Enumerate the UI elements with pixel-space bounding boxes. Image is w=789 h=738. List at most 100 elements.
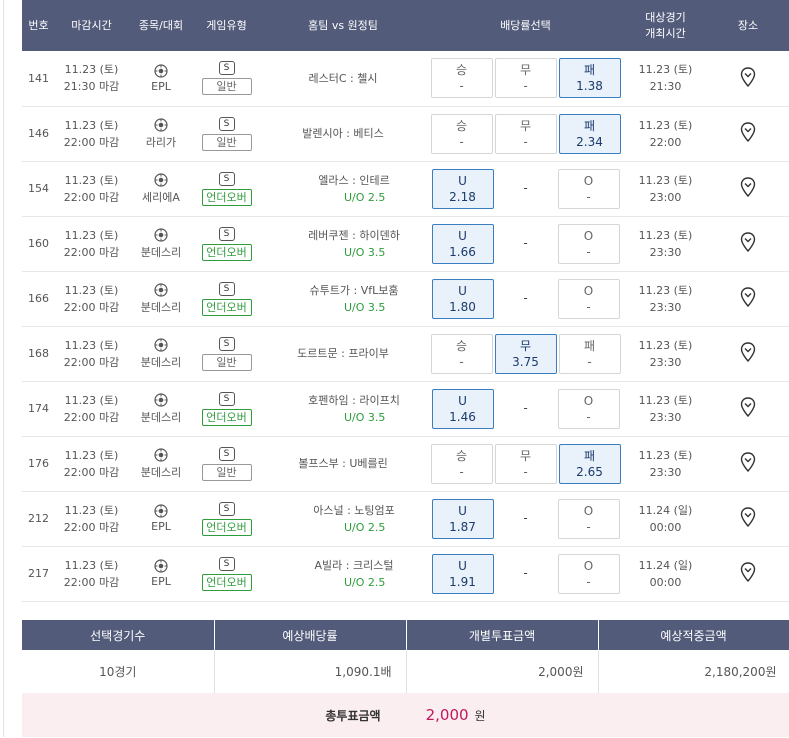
match-teams: 발렌시아 : 베티스	[302, 127, 384, 140]
odds-button[interactable]: 승-	[430, 58, 493, 99]
match-teams: 호펜하임 : 라이프치	[308, 393, 400, 407]
league-cell: EPL	[128, 546, 194, 602]
odds-button[interactable]: U 1.80	[431, 278, 494, 319]
odds-button[interactable]: 패-	[558, 333, 621, 374]
location-pin-icon[interactable]	[740, 562, 756, 585]
game-type-cell: S 언더오버	[194, 161, 259, 217]
table-header-row: 번호 마감시간 종목/대회 게임유형 홈팀 vs 원정팀 배당률선택 대상경기 …	[22, 0, 789, 51]
close-date: 11.23 (토)	[64, 448, 119, 462]
total-bar: 총투표금액 2,000 원	[22, 693, 789, 737]
s-mark-icon: S	[218, 281, 235, 296]
odds-label: O	[583, 558, 594, 573]
game-date: 11.24 (일)	[638, 558, 693, 572]
league-name: 라리가	[145, 135, 177, 149]
odds-button[interactable]: O-	[557, 278, 620, 319]
table-row: 160 11.23 (토) 22:00 마감 분데스리 S 언더오버 레버쿠젠 : 하이덴하…	[22, 216, 789, 272]
game-number: 217	[22, 546, 55, 602]
odds-button[interactable]: U 2.18	[431, 168, 494, 209]
header-close-time: 마감시간	[55, 0, 128, 51]
odds-button[interactable]: O-	[557, 553, 620, 594]
odds-cell: 승 - 무 - 패 2.34	[427, 106, 624, 162]
match-teams: 아스널 : 노팅엄포	[313, 503, 395, 517]
game-date: 11.23 (토)	[638, 173, 693, 187]
odds-value: 1.80	[449, 299, 476, 314]
location-pin-icon[interactable]	[740, 177, 756, 200]
odds-button[interactable]: U 1.91	[431, 553, 494, 594]
close-time-cell: 11.23 (토) 22:00 마감	[55, 491, 128, 547]
soccer-ball-icon	[128, 504, 194, 518]
odds-button[interactable]: O-	[557, 223, 620, 264]
match-cell: 레버쿠젠 : 하이덴하 U/O 3.5	[259, 216, 427, 272]
odds-button[interactable]: U 1.87	[431, 498, 494, 539]
odds-button[interactable]: O-	[557, 498, 620, 539]
close-date: 11.23 (토)	[64, 503, 119, 517]
location-pin-icon[interactable]	[740, 507, 756, 530]
total-unit: 원	[474, 709, 486, 723]
odds-button[interactable]: 패 1.38	[558, 58, 621, 99]
game-number: 174	[22, 381, 55, 437]
close-time-cell: 11.23 (토) 22:00 마감	[55, 271, 128, 327]
table-row: 154 11.23 (토) 22:00 마감 세리에A S 언더오버 엘라스 : 인테르 U/…	[22, 161, 789, 217]
close-time-cell: 11.23 (토) 22:00 마감	[55, 216, 128, 272]
location-cell	[707, 546, 789, 602]
location-pin-icon[interactable]	[740, 67, 756, 90]
odds-button[interactable]: 무-	[494, 443, 557, 484]
odds-button[interactable]: 무 3.75	[494, 333, 557, 374]
game-type-cell: S 언더오버	[194, 546, 259, 602]
location-pin-icon[interactable]	[740, 122, 756, 145]
match-cell: 발렌시아 : 베티스	[259, 106, 427, 162]
odds-cell: U 1.66- O -	[427, 216, 624, 272]
game-type-cell: S 언더오버	[194, 271, 259, 327]
location-pin-icon[interactable]	[740, 232, 756, 255]
odds-label: 무	[519, 338, 532, 353]
odds-button[interactable]: 승-	[430, 113, 493, 154]
game-number: 176	[22, 436, 55, 492]
odds-cell: 승 - 무 - 패 2.65	[427, 436, 624, 492]
summary-table: 선택경기수 예상배당률 개별투표금액 예상적중금액 10경기 1,090.1배 …	[22, 620, 789, 695]
table-row: 166 11.23 (토) 22:00 마감 분데스리 S 언더오버 슈투트가 : VfL보…	[22, 271, 789, 327]
close-date: 11.23 (토)	[64, 283, 119, 297]
match-cell: 호펜하임 : 라이프치 U/O 3.5	[259, 381, 427, 437]
league-name: 분데스리	[140, 300, 182, 314]
odds-button[interactable]: 승-	[430, 333, 493, 374]
odds-value: -	[459, 464, 464, 479]
odds-button[interactable]: 승-	[430, 443, 493, 484]
league-cell: 분데스리	[128, 381, 194, 437]
league-cell: 분데스리	[128, 216, 194, 272]
location-pin-icon[interactable]	[740, 452, 756, 475]
match-cell: 도르트문 : 프라이부	[259, 326, 427, 382]
game-time: 23:30	[649, 245, 682, 259]
header-odds: 배당률선택	[427, 0, 624, 51]
odds-label: 패	[583, 118, 596, 133]
game-time: 00:00	[649, 575, 682, 589]
odds-button[interactable]: U 1.46	[431, 388, 494, 429]
odds-label: 승	[455, 118, 468, 133]
odds-button[interactable]: 패 2.65	[558, 443, 621, 484]
league-name: EPL	[151, 575, 171, 588]
location-pin-icon[interactable]	[740, 397, 756, 420]
uo-line: U/O 2.5	[344, 190, 386, 204]
odds-label: 무	[519, 118, 532, 133]
location-pin-icon[interactable]	[740, 287, 756, 310]
odds-label: O	[583, 228, 594, 243]
s-mark-icon: S	[218, 391, 235, 406]
odds-button[interactable]: O-	[557, 388, 620, 429]
location-cell	[707, 51, 789, 107]
summary-stake: 2,000원	[406, 650, 599, 695]
summary-header-stake: 개별투표금액	[406, 620, 599, 650]
odds-button[interactable]: O-	[557, 168, 620, 209]
table-row: 146 11.23 (토) 22:00 마감 라리가 S 일반 발렌시아 : 베티스 승 - 무 -…	[22, 106, 789, 162]
odds-button[interactable]: 무-	[494, 58, 557, 99]
odds-button[interactable]: U 1.66	[431, 223, 494, 264]
odds-value: -	[459, 354, 464, 369]
location-pin-icon[interactable]	[740, 342, 756, 365]
match-teams: 도르트문 : 프라이부	[297, 347, 389, 360]
game-date: 11.23 (토)	[638, 228, 693, 242]
league-name: 세리에A	[142, 190, 180, 204]
table-row: 174 11.23 (토) 22:00 마감 분데스리 S 언더오버 호펜하임 : 라이프치…	[22, 381, 789, 437]
match-cell: 레스터C : 첼시	[259, 51, 427, 107]
odds-button[interactable]: 무-	[494, 113, 557, 154]
close-time: 22:00 마감	[63, 465, 120, 479]
odds-button[interactable]: 패 2.34	[558, 113, 621, 154]
match-teams: 레스터C : 첼시	[308, 71, 378, 85]
